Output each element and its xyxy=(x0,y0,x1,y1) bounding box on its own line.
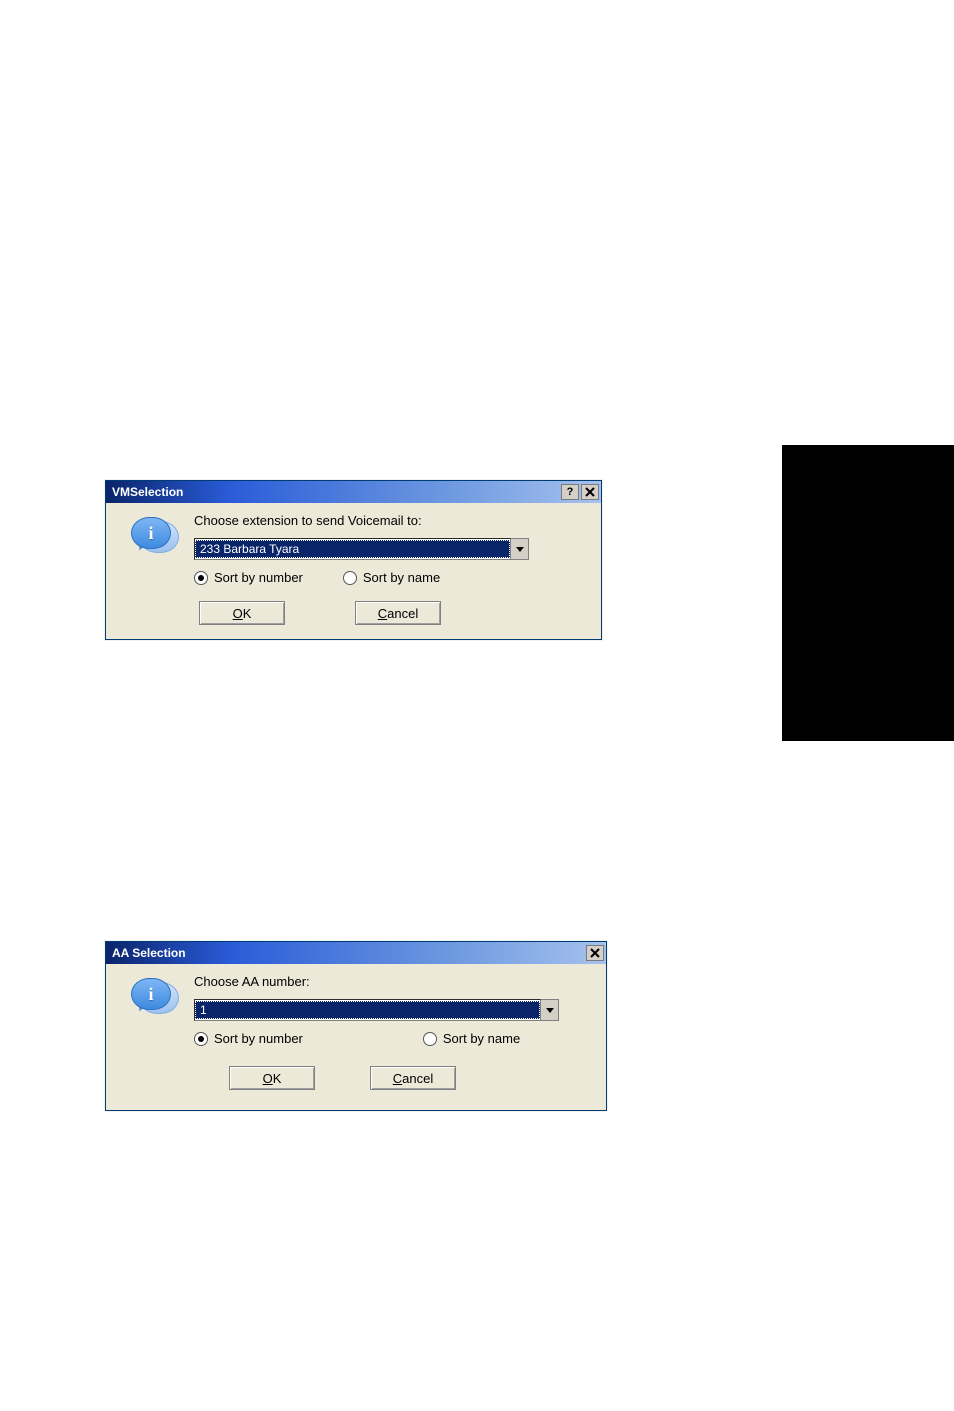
close-icon xyxy=(590,948,600,958)
ok-button[interactable]: OK xyxy=(199,601,285,625)
radio-label: Sort by name xyxy=(363,570,440,585)
info-bubble-icon: i xyxy=(131,517,179,559)
radio-label: Sort by number xyxy=(214,1031,303,1046)
prompt-text: Choose AA number: xyxy=(194,974,596,989)
radio-label: Sort by name xyxy=(443,1031,520,1046)
sort-by-number-radio[interactable]: Sort by number xyxy=(194,1031,303,1046)
sort-by-name-radio[interactable]: Sort by name xyxy=(423,1031,520,1046)
sort-by-name-radio[interactable]: Sort by name xyxy=(343,570,440,585)
info-bubble-icon: i xyxy=(131,978,179,1020)
close-button[interactable] xyxy=(586,945,604,961)
ok-button[interactable]: OK xyxy=(229,1066,315,1090)
aaselection-dialog: AA Selection i Choose AA number: 1 xyxy=(105,941,607,1111)
extension-combobox[interactable]: 233 Barbara Tyara xyxy=(194,538,529,560)
radio-label: Sort by number xyxy=(214,570,303,585)
chevron-down-icon xyxy=(516,547,524,552)
aa-number-combobox[interactable]: 1 xyxy=(194,999,559,1021)
prompt-text: Choose extension to send Voicemail to: xyxy=(194,513,591,528)
combo-dropdown-button[interactable] xyxy=(541,999,559,1021)
titlebar[interactable]: AA Selection xyxy=(106,942,606,964)
combo-dropdown-button[interactable] xyxy=(511,538,529,560)
close-button[interactable] xyxy=(581,484,599,500)
dialog-title: AA Selection xyxy=(112,946,586,960)
radio-selected-icon xyxy=(198,575,204,581)
chevron-down-icon xyxy=(546,1008,554,1013)
redaction-block xyxy=(782,445,954,741)
cancel-button[interactable]: Cancel xyxy=(370,1066,456,1090)
close-icon xyxy=(585,487,595,497)
vmselection-dialog: VMSelection ? i Choose extension to send… xyxy=(105,480,602,640)
sort-by-number-radio[interactable]: Sort by number xyxy=(194,570,303,585)
dialog-title: VMSelection xyxy=(112,485,561,499)
combo-selected-value: 1 xyxy=(195,1001,540,1019)
radio-selected-icon xyxy=(198,1036,204,1042)
combo-selected-value: 233 Barbara Tyara xyxy=(195,540,510,558)
titlebar[interactable]: VMSelection ? xyxy=(106,481,601,503)
help-button[interactable]: ? xyxy=(561,484,579,500)
cancel-button[interactable]: Cancel xyxy=(355,601,441,625)
